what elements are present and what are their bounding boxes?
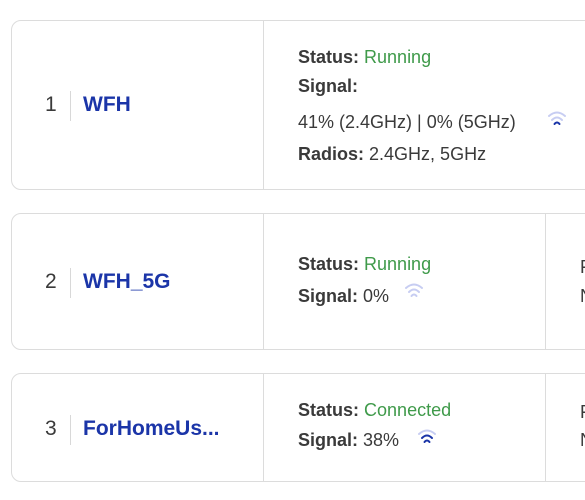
truncated-column-line: N (580, 430, 585, 451)
status-label: Status: (298, 47, 360, 67)
wifi-icon (418, 429, 436, 443)
network-index: 2 (45, 270, 57, 293)
network-index: 3 (45, 417, 57, 440)
status-line: Status: Connected (298, 400, 451, 421)
column-divider (263, 21, 264, 189)
signal-label: Signal: (298, 430, 359, 450)
signal-line: Signal: 38% (298, 430, 399, 451)
truncated-column-line: F (580, 257, 585, 278)
index-divider (70, 268, 71, 298)
status-value: Running (364, 254, 432, 274)
radios-line: Radios: 2.4GHz, 5GHz (298, 144, 486, 165)
truncated-column-line: F (580, 402, 585, 423)
status-line: Status: Running (298, 254, 431, 275)
network-card-2[interactable]: 2 WFH_5G Status: Running Signal: 0% F N (11, 213, 585, 350)
column-divider (545, 214, 546, 349)
network-card-1[interactable]: 1 WFH Status: Running Signal: 41% (2.4GH… (11, 20, 585, 190)
wifi-icon (405, 283, 423, 297)
signal-label: Signal: (298, 286, 359, 306)
column-divider (263, 214, 264, 349)
status-line: Status: Running (298, 47, 431, 68)
signal-value-line: 41% (2.4GHz) | 0% (5GHz) (298, 112, 516, 133)
status-value: Connected (364, 400, 452, 420)
signal-value: 41% (2.4GHz) | 0% (5GHz) (298, 112, 516, 132)
index-divider (70, 91, 71, 121)
column-divider (263, 374, 264, 481)
network-index: 1 (45, 93, 57, 116)
status-label: Status: (298, 254, 360, 274)
status-label: Status: (298, 400, 360, 420)
truncated-column-line: N (580, 286, 585, 307)
signal-line: Signal: 0% (298, 286, 389, 307)
wifi-icon (548, 111, 566, 125)
network-name-link[interactable]: WFH_5G (83, 270, 171, 294)
network-name-link[interactable]: ForHomeUs... (83, 417, 220, 441)
network-name-link[interactable]: WFH (83, 93, 131, 117)
index-divider (70, 415, 71, 445)
network-card-3[interactable]: 3 ForHomeUs... Status: Connected Signal:… (11, 373, 585, 482)
status-value: Running (364, 47, 432, 67)
column-divider (545, 374, 546, 481)
signal-value: 38% (363, 430, 400, 450)
radios-label: Radios: (298, 144, 365, 164)
signal-label-line: Signal: (298, 76, 358, 97)
signal-value: 0% (363, 286, 390, 306)
radios-value: 2.4GHz, 5GHz (369, 144, 487, 164)
signal-label: Signal: (298, 76, 359, 96)
